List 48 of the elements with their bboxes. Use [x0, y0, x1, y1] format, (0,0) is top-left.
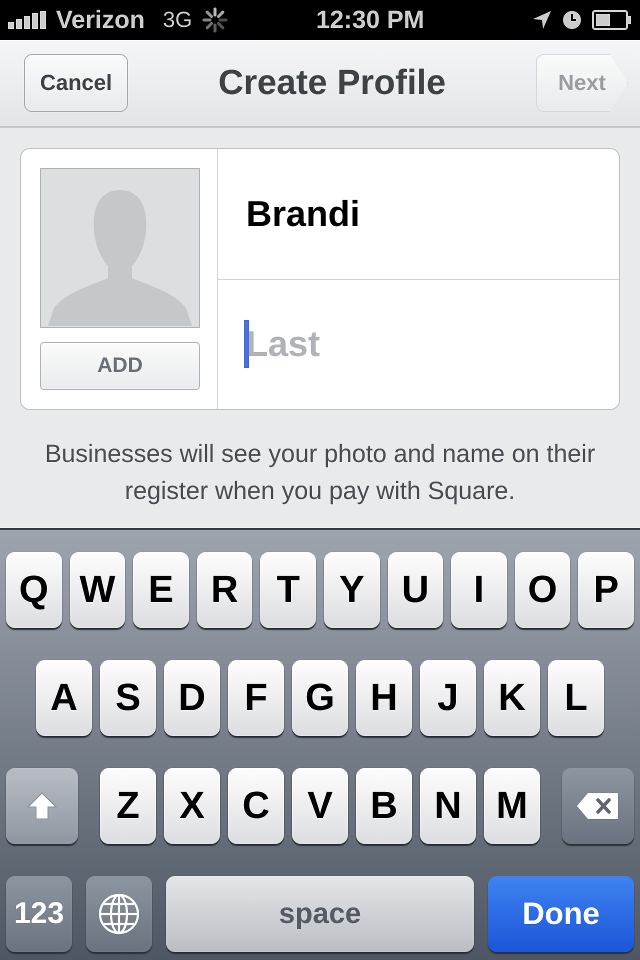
battery-icon: [592, 10, 632, 30]
letter-key[interactable]: T: [260, 552, 316, 628]
clock-icon: [562, 10, 582, 30]
backspace-icon: [576, 792, 620, 820]
letter-key[interactable]: X: [164, 768, 220, 844]
letter-key[interactable]: L: [548, 660, 604, 736]
add-photo-button[interactable]: ADD: [40, 342, 200, 390]
letter-key[interactable]: K: [484, 660, 540, 736]
letter-key[interactable]: F: [228, 660, 284, 736]
numbers-key[interactable]: 123: [6, 876, 72, 952]
text-cursor: [244, 320, 249, 368]
letter-key[interactable]: N: [420, 768, 476, 844]
shift-arrow-icon: [27, 792, 57, 820]
letter-key[interactable]: B: [356, 768, 412, 844]
letter-key[interactable]: O: [514, 552, 570, 628]
activity-spinner-icon: [202, 7, 228, 33]
letter-key[interactable]: U: [388, 552, 444, 628]
done-key[interactable]: Done: [488, 876, 634, 952]
shift-key[interactable]: [6, 768, 78, 844]
letter-key[interactable]: C: [228, 768, 284, 844]
globe-key[interactable]: [86, 876, 152, 952]
letter-key[interactable]: D: [164, 660, 220, 736]
letter-key[interactable]: P: [578, 552, 634, 628]
signal-icon: [8, 11, 46, 29]
letter-key[interactable]: R: [196, 552, 252, 628]
letter-key[interactable]: Z: [100, 768, 156, 844]
letter-key[interactable]: V: [292, 768, 348, 844]
screen-title: Create Profile: [218, 63, 446, 103]
location-arrow-icon: [532, 10, 552, 30]
letter-key[interactable]: A: [36, 660, 92, 736]
globe-icon: [98, 893, 140, 935]
delete-key[interactable]: [562, 768, 634, 844]
network-type: 3G: [162, 7, 192, 33]
letter-key[interactable]: E: [133, 552, 189, 628]
cancel-button[interactable]: Cancel: [24, 54, 128, 112]
letter-key[interactable]: Y: [324, 552, 380, 628]
letter-key[interactable]: H: [356, 660, 412, 736]
info-text: Businesses will see your photo and name on their register when you pay with Square.: [44, 439, 596, 507]
letter-key[interactable]: Q: [6, 552, 62, 628]
letter-key[interactable]: S: [100, 660, 156, 736]
letter-key[interactable]: M: [484, 768, 540, 844]
letter-key[interactable]: J: [420, 660, 476, 736]
letter-key[interactable]: I: [451, 552, 507, 628]
letter-key[interactable]: G: [292, 660, 348, 736]
carrier-name: Verizon: [56, 6, 145, 34]
clock-time: 12:30 PM: [316, 6, 424, 34]
letter-key[interactable]: W: [70, 552, 126, 628]
space-key[interactable]: space: [166, 876, 474, 952]
